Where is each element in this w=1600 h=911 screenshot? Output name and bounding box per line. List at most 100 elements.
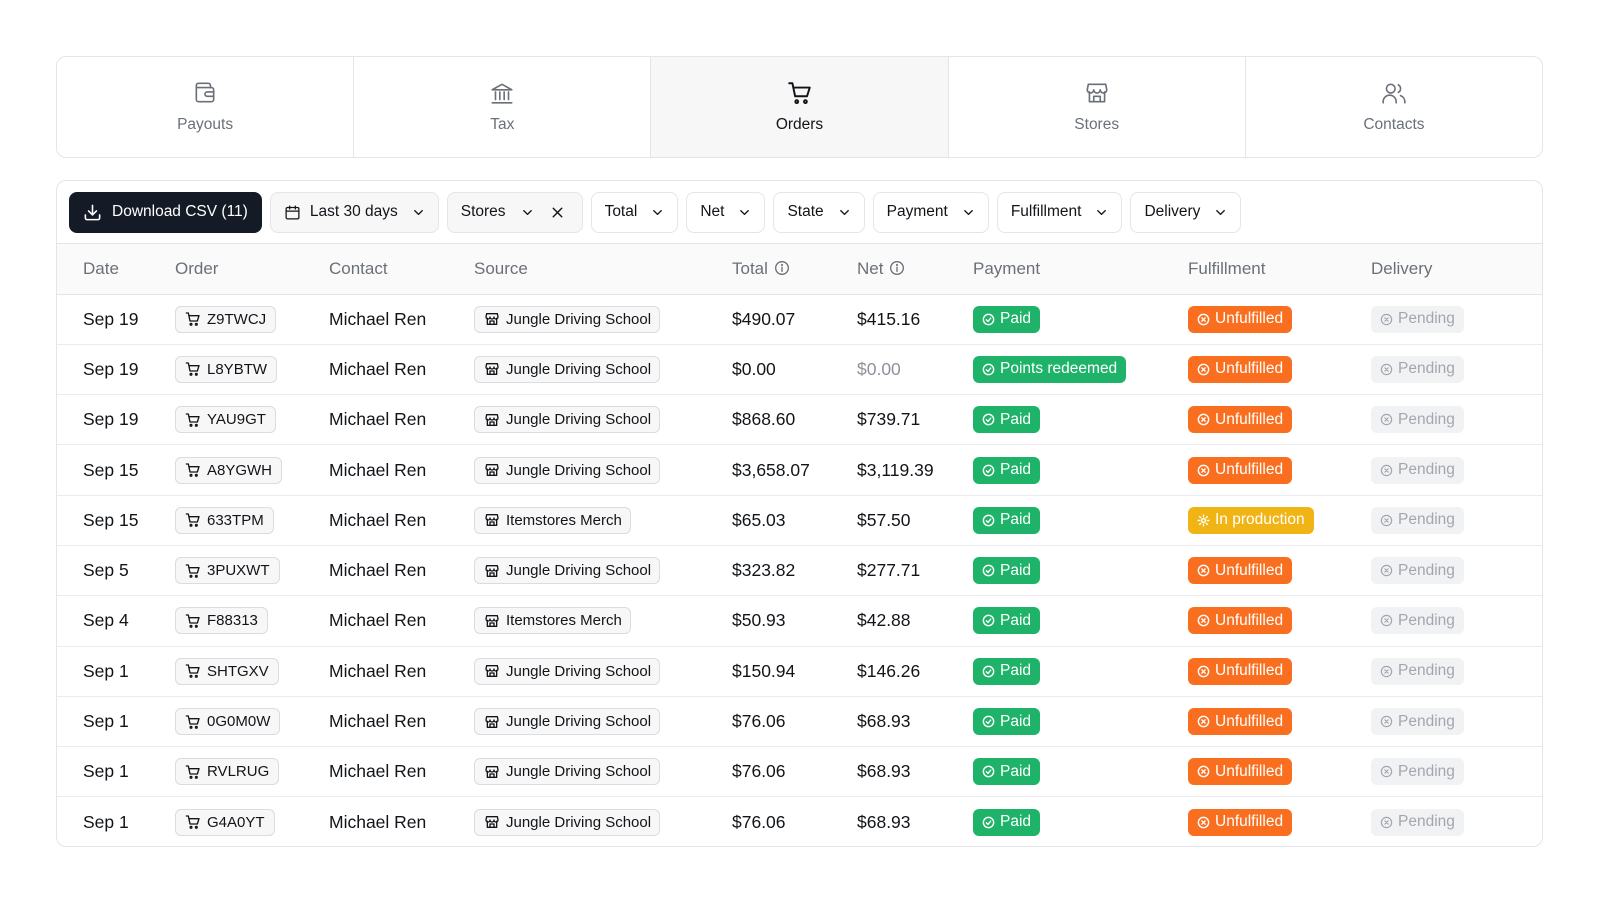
info-icon[interactable] <box>774 260 790 276</box>
column-header-payment[interactable]: Payment <box>973 244 1188 295</box>
order-id-chip[interactable]: RVLRUG <box>175 758 280 786</box>
order-id-chip[interactable]: 3PUXWT <box>175 557 280 585</box>
table-row[interactable]: Sep 15 633TPM Michael Ren Itemstores Mer… <box>57 495 1542 546</box>
fulfillment-filter[interactable]: Fulfillment <box>996 191 1123 233</box>
column-header-source[interactable]: Source <box>474 244 732 295</box>
stores-filter[interactable]: Stores <box>446 191 583 233</box>
tab-contacts[interactable]: Contacts <box>1246 57 1542 157</box>
filter-label: Total <box>604 203 638 220</box>
contact-name[interactable]: Michael Ren <box>329 797 474 846</box>
order-id-chip[interactable]: SHTGXV <box>175 657 279 685</box>
net-filter[interactable]: Net <box>686 191 766 233</box>
x-circle-icon <box>1380 766 1393 778</box>
payment-status-badge: Paid <box>973 657 1041 685</box>
source-name: Jungle Driving School <box>506 562 652 580</box>
source-chip[interactable]: Jungle Driving School <box>474 406 661 434</box>
state-filter[interactable]: State <box>773 191 865 233</box>
store-icon <box>485 514 499 527</box>
delivery-filter[interactable]: Delivery <box>1130 191 1242 233</box>
column-header-order[interactable]: Order <box>175 244 329 295</box>
column-header-delivery[interactable]: Delivery <box>1371 244 1542 295</box>
table-row[interactable]: Sep 19 L8YBTW Michael Ren Jungle Driving… <box>57 344 1542 396</box>
source-chip[interactable]: Jungle Driving School <box>474 456 661 484</box>
table-row[interactable]: Sep 1 RVLRUG Michael Ren Jungle Driving … <box>57 746 1542 798</box>
order-id: 3PUXWT <box>207 562 270 580</box>
source-chip[interactable]: Jungle Driving School <box>474 355 661 383</box>
column-header-date[interactable]: Date <box>57 244 175 295</box>
table-row[interactable]: Sep 15 A8YGWH Michael Ren Jungle Driving… <box>57 444 1542 496</box>
table-row[interactable]: Sep 1 G4A0YT Michael Ren Jungle Driving … <box>57 797 1542 846</box>
filter-label: Net <box>700 203 725 220</box>
order-id-chip[interactable]: A8YGWH <box>175 456 283 484</box>
order-id-chip[interactable]: Z9TWCJ <box>175 305 277 333</box>
table-row[interactable]: Sep 1 0G0M0W Michael Ren Jungle Driving … <box>57 696 1542 748</box>
source-chip[interactable]: Jungle Driving School <box>474 305 661 333</box>
order-id: A8YGWH <box>207 461 273 479</box>
check-circle-icon <box>982 765 995 778</box>
order-id-chip[interactable]: L8YBTW <box>175 355 278 383</box>
x-circle-icon <box>1380 413 1393 426</box>
filter-label: State <box>787 203 824 220</box>
check-circle-icon <box>982 363 995 376</box>
order-id-chip[interactable]: G4A0YT <box>175 808 275 836</box>
filter-toolbar: Download CSV (11) Last 30 days Stores To… <box>57 181 1542 244</box>
contact-name[interactable]: Michael Ren <box>329 444 474 496</box>
x-circle-icon <box>1380 514 1393 527</box>
tab-stores[interactable]: Stores <box>949 57 1246 157</box>
column-header-total[interactable]: Total <box>732 244 857 295</box>
contact-name[interactable]: Michael Ren <box>329 746 474 798</box>
contact-name[interactable]: Michael Ren <box>329 495 474 546</box>
contact-name[interactable]: Michael Ren <box>329 646 474 697</box>
source-chip[interactable]: Jungle Driving School <box>474 557 661 585</box>
table-row[interactable]: Sep 19 Z9TWCJ Michael Ren Jungle Driving… <box>57 294 1542 345</box>
order-id-chip[interactable]: 0G0M0W <box>175 708 281 736</box>
tab-label: Payouts <box>177 116 234 133</box>
x-circle-icon <box>1197 615 1210 627</box>
table-row[interactable]: Sep 19 YAU9GT Michael Ren Jungle Driving… <box>57 394 1542 446</box>
contact-name[interactable]: Michael Ren <box>329 545 474 597</box>
table-row[interactable]: Sep 4 F88313 Michael Ren Itemstores Merc… <box>57 595 1542 647</box>
order-net: $3,119.39 <box>857 444 973 496</box>
tab-orders[interactable]: Orders <box>651 57 949 157</box>
source-chip[interactable]: Jungle Driving School <box>474 657 661 685</box>
contact-name[interactable]: Michael Ren <box>329 696 474 748</box>
order-date: Sep 15 <box>57 495 175 546</box>
filter-label: Payment <box>886 203 948 220</box>
column-header-net[interactable]: Net <box>857 244 973 295</box>
source-name: Jungle Driving School <box>506 310 652 328</box>
contact-name[interactable]: Michael Ren <box>329 595 474 647</box>
tab-tax[interactable]: Tax <box>354 57 652 157</box>
source-chip[interactable]: Jungle Driving School <box>474 708 661 736</box>
close-icon[interactable] <box>549 204 566 221</box>
order-id-chip[interactable]: YAU9GT <box>175 406 276 434</box>
tab-payouts[interactable]: Payouts <box>57 57 355 157</box>
column-header-fulfillment[interactable]: Fulfillment <box>1188 244 1371 295</box>
contact-name[interactable]: Michael Ren <box>329 344 474 396</box>
date-range-filter[interactable]: Last 30 days <box>269 191 439 233</box>
order-total: $323.82 <box>732 545 857 597</box>
table-row[interactable]: Sep 1 SHTGXV Michael Ren Jungle Driving … <box>57 646 1542 697</box>
contact-name[interactable]: Michael Ren <box>329 294 474 345</box>
contact-name[interactable]: Michael Ren <box>329 394 474 446</box>
info-icon[interactable] <box>889 260 905 276</box>
payment-status-badge: Paid <box>973 406 1041 434</box>
total-filter[interactable]: Total <box>590 191 679 233</box>
source-chip[interactable]: Itemstores Merch <box>474 607 631 635</box>
users-icon <box>1382 83 1406 104</box>
source-chip[interactable]: Itemstores Merch <box>474 506 631 534</box>
payment-filter[interactable]: Payment <box>872 191 989 233</box>
order-id-chip[interactable]: 633TPM <box>175 506 274 534</box>
x-circle-icon <box>1380 816 1393 829</box>
source-chip[interactable]: Jungle Driving School <box>474 808 661 836</box>
fulfillment-status-badge: Unfulfilled <box>1188 456 1293 484</box>
order-id-chip[interactable]: F88313 <box>175 607 268 635</box>
source-chip[interactable]: Jungle Driving School <box>474 758 661 786</box>
section-tabs: Payouts Tax Orders Stores Contacts <box>56 56 1543 158</box>
delivery-status-badge: Pending <box>1371 557 1464 585</box>
source-name: Itemstores Merch <box>506 511 622 529</box>
column-header-contact[interactable]: Contact <box>329 244 474 295</box>
payment-status-badge: Paid <box>973 808 1041 836</box>
x-circle-icon <box>1380 464 1393 476</box>
table-row[interactable]: Sep 5 3PUXWT Michael Ren Jungle Driving … <box>57 545 1542 597</box>
download-csv-button[interactable]: Download CSV (11) <box>69 191 262 233</box>
